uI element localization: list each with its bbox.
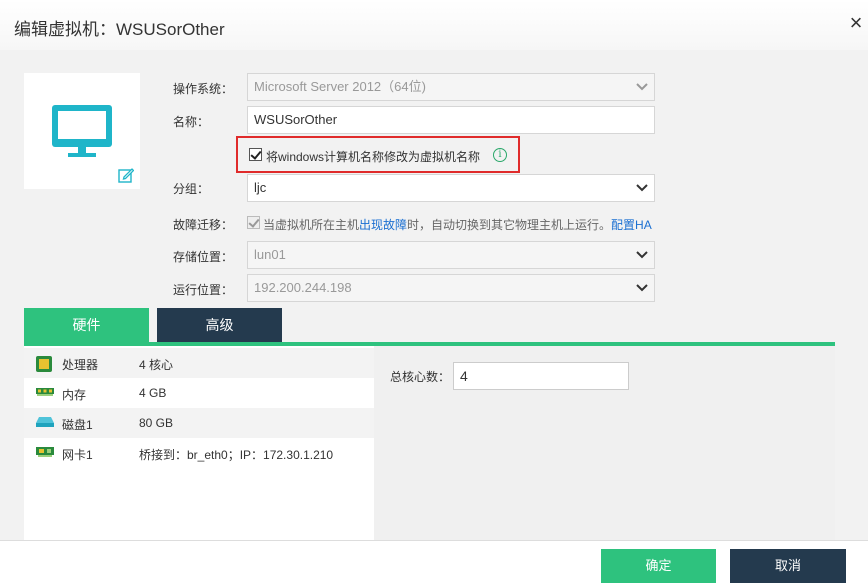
os-value: Microsoft Server 2012（64位) [254, 79, 426, 94]
run-location-select: 192.200.244.198 [247, 274, 655, 302]
hardware-value: 4 核心 [139, 358, 174, 372]
rename-checkbox[interactable] [249, 148, 262, 161]
cancel-button[interactable]: 取消 [730, 549, 846, 583]
failover-text-before: 当虚拟机所在主机 [263, 218, 360, 232]
run-location-label: 运行位置： [173, 283, 234, 297]
hardware-list: 处理器 4 核心 内存 4 GB 磁盘1 80 GB 网卡1 桥接到：br_et… [24, 346, 374, 540]
disk-icon [36, 417, 54, 427]
rename-checkbox-highlight: 将windows计算机名称修改为虚拟机名称 i [236, 136, 520, 173]
group-value: ljc [254, 180, 267, 195]
vm-avatar [24, 73, 140, 189]
monitor-icon [52, 105, 112, 157]
failover-description: 当虚拟机所在主机出现故障时，自动切换到其它物理主机上运行。配置HA [263, 216, 652, 233]
confirm-button[interactable]: 确定 [601, 549, 716, 583]
hardware-name: 内存 [62, 388, 87, 402]
total-cores-input[interactable]: 4 [453, 362, 629, 390]
cpu-icon [36, 356, 52, 372]
hardware-name: 处理器 [62, 358, 99, 372]
storage-select: lun01 [247, 241, 655, 269]
hardware-row-nic[interactable]: 网卡1 桥接到：br_eth0；IP：172.30.1.210 [24, 438, 374, 468]
hardware-row-cpu[interactable]: 处理器 4 核心 [24, 348, 374, 378]
edit-icon[interactable] [118, 167, 134, 183]
info-icon[interactable]: i [493, 148, 507, 162]
chevron-down-icon [636, 83, 648, 91]
chevron-down-icon [636, 184, 648, 192]
hardware-value: 4 GB [139, 386, 167, 400]
failover-text-after: 时，自动切换到其它物理主机上运行。 [407, 218, 612, 232]
dialog-titlebar: 编辑虚拟机：WSUSorOther × [0, 0, 868, 50]
name-label: 名称： [173, 115, 210, 129]
name-value: WSUSorOther [254, 112, 338, 127]
storage-value: lun01 [254, 247, 286, 262]
failover-checkbox[interactable] [247, 216, 260, 229]
group-select[interactable]: ljc [247, 174, 655, 202]
name-input[interactable]: WSUSorOther [247, 106, 655, 134]
configure-ha-link[interactable]: 配置HA [611, 218, 652, 232]
hardware-row-memory[interactable]: 内存 4 GB [24, 378, 374, 408]
tab-advanced[interactable]: 高级 [157, 308, 282, 342]
failover-link[interactable]: 出现故障 [359, 218, 407, 232]
run-location-value: 192.200.244.198 [254, 280, 352, 295]
chevron-down-icon [636, 251, 648, 259]
nic-icon [36, 447, 54, 457]
tab-hardware[interactable]: 硬件 [24, 308, 149, 342]
rename-checkbox-label: 将windows计算机名称修改为虚拟机名称 [266, 150, 481, 164]
memory-icon [36, 388, 54, 396]
hardware-row-disk[interactable]: 磁盘1 80 GB [24, 408, 374, 438]
failover-label: 故障迁移： [173, 218, 234, 232]
close-icon[interactable]: × [846, 12, 866, 34]
hardware-name: 网卡1 [62, 448, 93, 462]
chevron-down-icon [636, 284, 648, 292]
dialog-title: 编辑虚拟机：WSUSorOther [14, 20, 225, 39]
group-label: 分组： [173, 182, 210, 196]
os-select: Microsoft Server 2012（64位) [247, 73, 655, 101]
storage-label: 存储位置： [173, 250, 234, 264]
os-label: 操作系统： [173, 82, 234, 96]
total-cores-label: 总核心数： [390, 370, 451, 384]
hardware-value: 桥接到：br_eth0；IP：172.30.1.210 [139, 448, 334, 462]
hardware-name: 磁盘1 [62, 418, 93, 432]
hardware-value: 80 GB [139, 416, 174, 430]
